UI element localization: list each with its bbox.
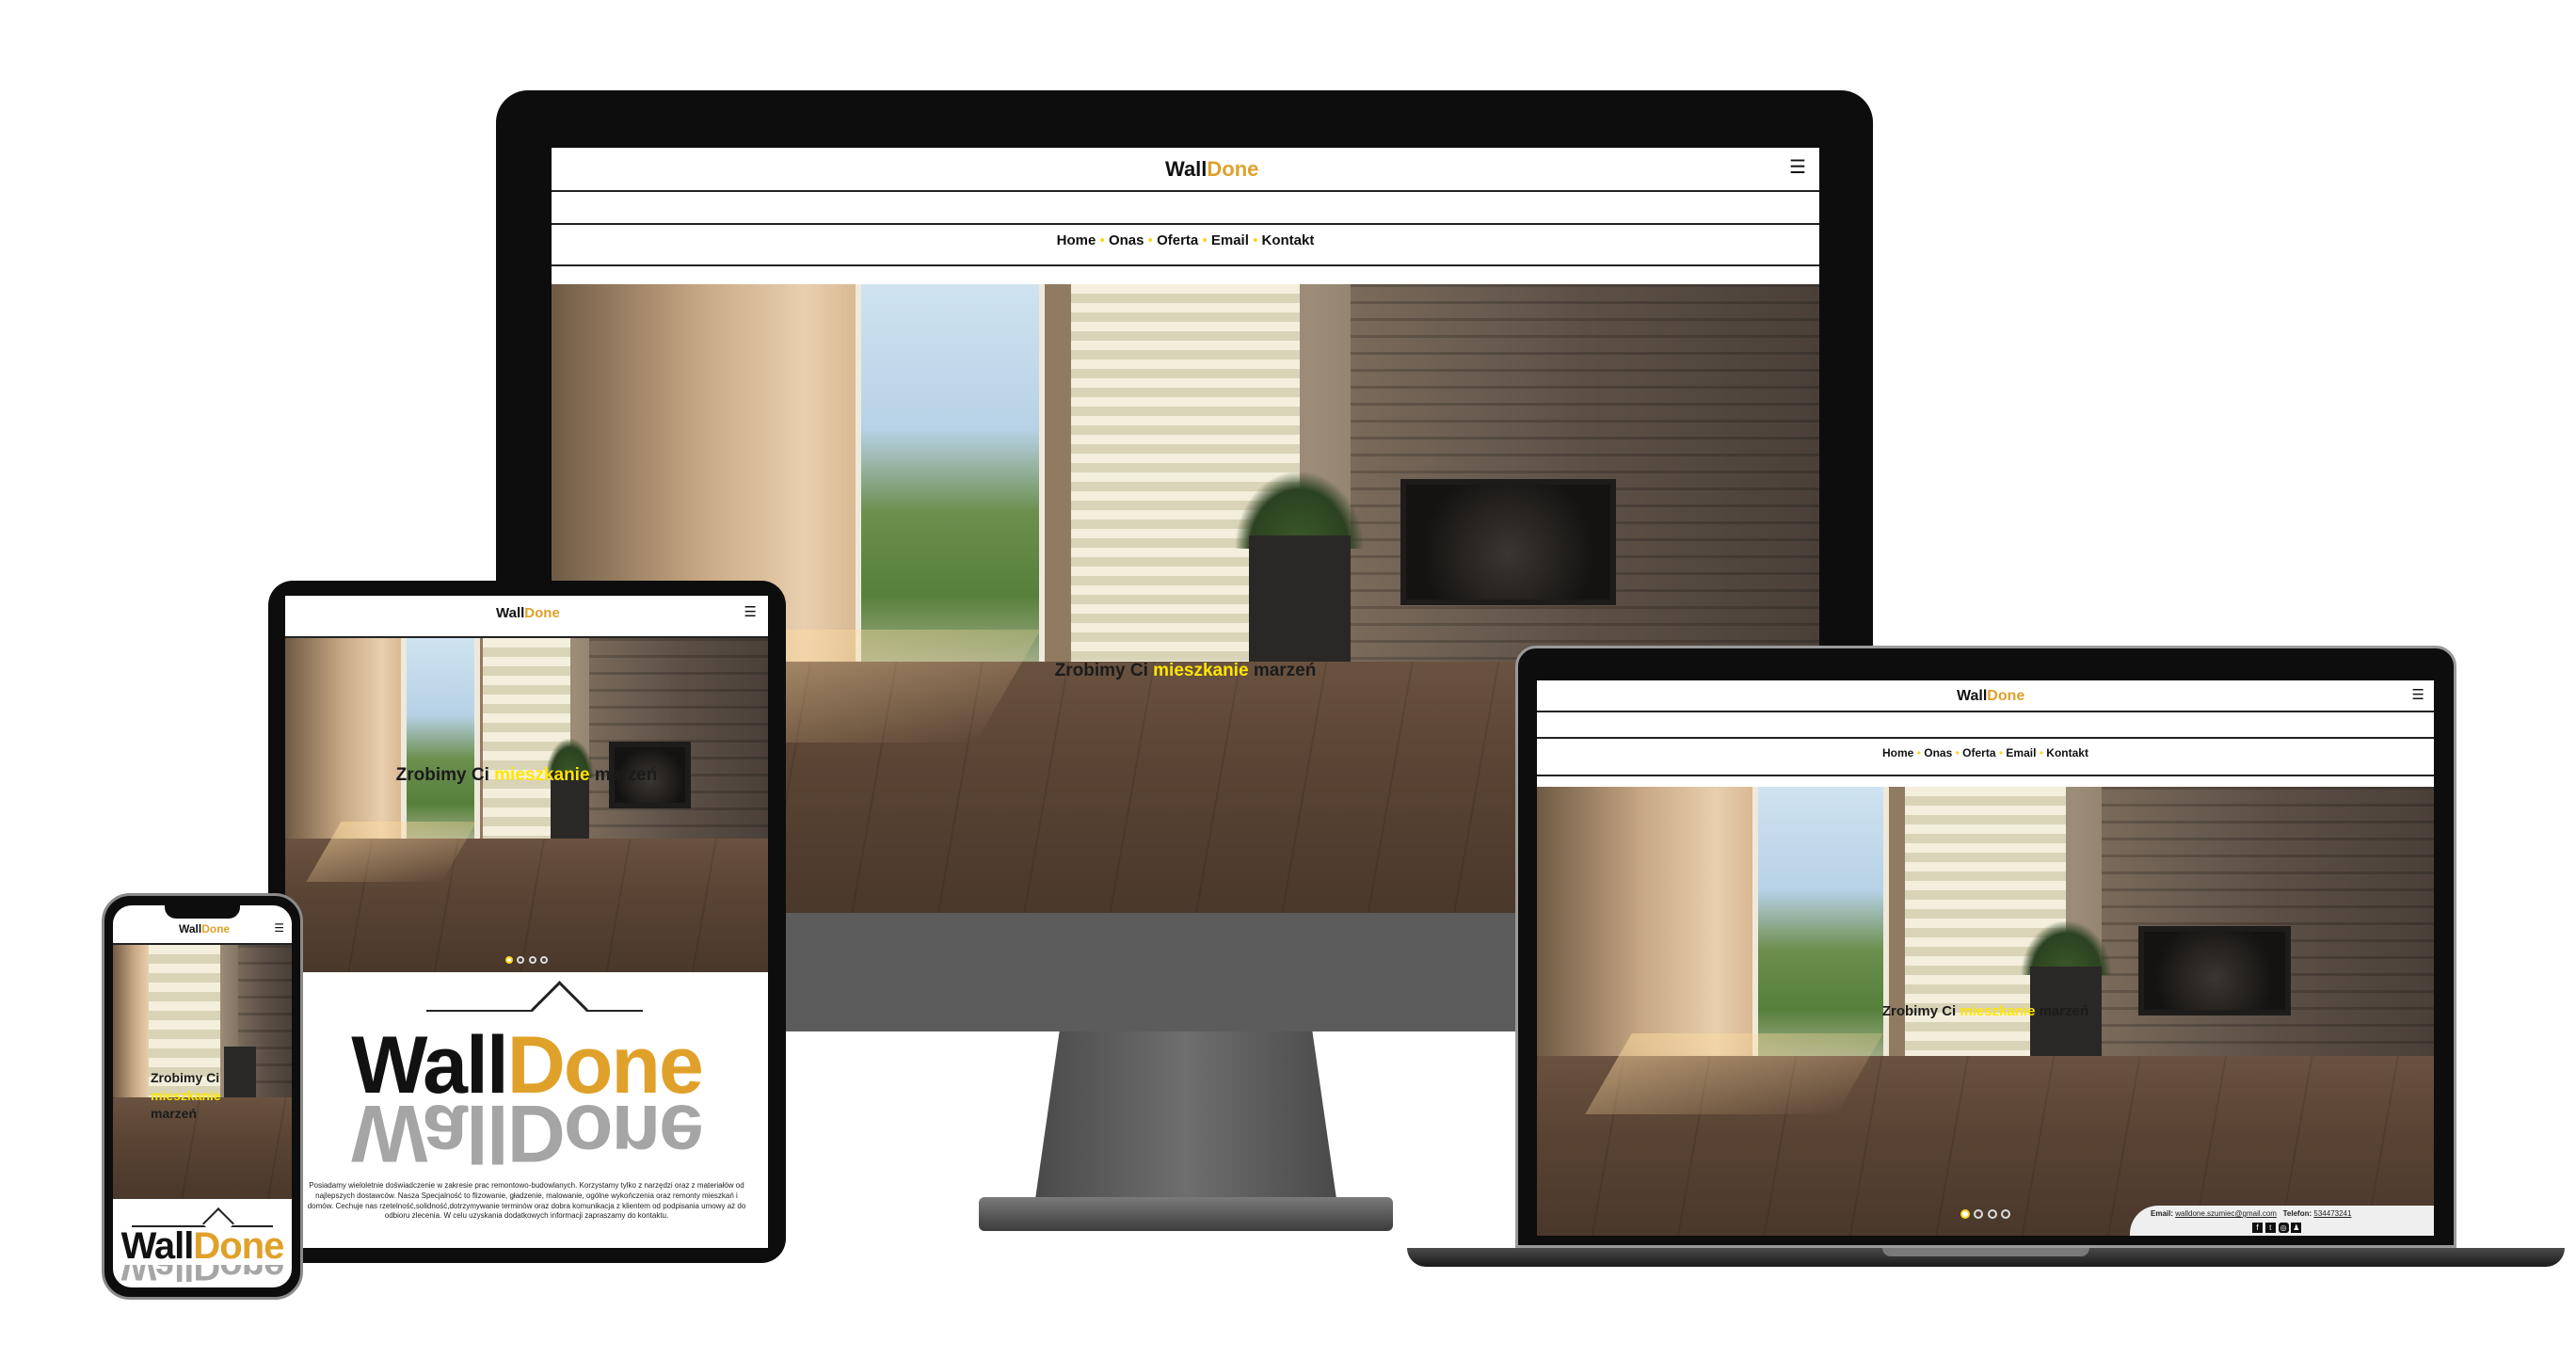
nav-onas[interactable]: Onas: [1109, 232, 1144, 248]
phone-logo[interactable]: WallDone: [179, 922, 230, 935]
nav-home[interactable]: Home: [1057, 232, 1096, 248]
nav-separator: •: [1099, 232, 1105, 248]
laptop-hero-headline: Zrobimy Ci mieszkanie marzeń: [1881, 1003, 2089, 1019]
monitor-stand-base: [979, 1197, 1393, 1231]
nav-separator: •: [1147, 232, 1153, 248]
slider-dot[interactable]: [528, 956, 536, 964]
laptop-header: WallDone ☰ Home • Onas • Oferta • Email …: [1537, 680, 2434, 787]
tablet-hero-headline: Zrobimy Ci mieszkanie marzeń: [395, 765, 658, 785]
phone-menu-icon[interactable]: ☰: [274, 921, 284, 935]
footer-phone-link[interactable]: 534473241: [2313, 1209, 2351, 1218]
nav-onas[interactable]: Onas: [1924, 746, 1952, 759]
desktop-menu-icon[interactable]: ☰: [1789, 155, 1806, 179]
phone-hero-image: Zrobimy Ci mieszkanie marzeń: [113, 945, 292, 1199]
logo-done: Done: [1207, 157, 1259, 181]
laptop-header-line-3: [1537, 775, 2434, 776]
nav-oferta[interactable]: Oferta: [1962, 746, 1995, 759]
footer-email-link[interactable]: walldone.szumiec@gmail.com: [2175, 1209, 2277, 1218]
phone-screen: WallDone ☰ Zrobimy Ci mieszkanie marzeń …: [113, 905, 292, 1287]
desktop-header: WallDone ☰ Home • Onas • Oferta • Email …: [552, 148, 1819, 284]
tablet-slider-dots: [285, 951, 768, 968]
logo-wall: Wall: [1165, 157, 1208, 181]
tablet-about-text: Posiadamy wieloletnie doświadczenie w za…: [307, 1181, 746, 1221]
laptop-logo[interactable]: WallDone: [1957, 688, 2024, 705]
phone-header: WallDone ☰: [113, 919, 292, 945]
instagram-icon[interactable]: ◎: [2278, 1223, 2289, 1233]
nav-email[interactable]: Email: [2006, 746, 2036, 759]
nav-kontakt[interactable]: Kontakt: [1262, 232, 1315, 248]
nav-kontakt[interactable]: Kontakt: [2046, 746, 2088, 759]
twitter-icon[interactable]: t: [2264, 1223, 2276, 1233]
nav-separator: •: [1253, 232, 1258, 248]
tablet-screen: WallDone ☰ Zrobimy Ci mieszkanie marzeń: [285, 596, 768, 1248]
slider-dot[interactable]: [1987, 1209, 1997, 1219]
nav-separator: •: [1202, 232, 1208, 248]
slider-dot[interactable]: [540, 956, 549, 964]
slider-dot[interactable]: [1974, 1209, 1984, 1219]
desktop-logo[interactable]: WallDone: [1165, 157, 1258, 182]
phone-notch: [165, 905, 240, 919]
tablet-menu-icon[interactable]: ☰: [744, 603, 757, 620]
footer-social-icons: f t ◎ ♟: [2252, 1223, 2302, 1233]
slider-dot[interactable]: [2001, 1209, 2011, 1219]
desktop-header-line-1: [552, 190, 1819, 192]
laptop-nav: Home • Onas • Oferta • Email • Kontakt: [1882, 746, 2088, 759]
desktop-header-line-3: [552, 264, 1819, 266]
laptop-header-line-2: [1537, 737, 2434, 739]
laptop-menu-icon[interactable]: ☰: [2412, 686, 2424, 703]
nav-email[interactable]: Email: [1211, 232, 1249, 248]
phone-big-logo: WallDone: [120, 1225, 285, 1267]
laptop-screen: WallDone ☰ Home • Onas • Oferta • Email …: [1537, 680, 2434, 1236]
phone-hero-headline: Zrobimy Ci mieszkanie marzeń: [151, 1070, 221, 1121]
tablet-hero-image: Zrobimy Ci mieszkanie marzeń: [285, 638, 768, 972]
slider-dot[interactable]: [504, 956, 513, 964]
slider-dot[interactable]: [1960, 1209, 1970, 1219]
tablet-logo[interactable]: WallDone: [496, 605, 560, 621]
nav-oferta[interactable]: Oferta: [1157, 232, 1198, 248]
phone-big-logo-reflection: WallDone: [120, 1265, 284, 1287]
laptop-hero-image: Zrobimy Ci mieszkanie marzeń Email: wall…: [1537, 787, 2434, 1236]
laptop-footer-contact: Email: walldone.szumiec@gmail.com Telefo…: [2130, 1206, 2434, 1236]
snapchat-icon[interactable]: ♟: [2291, 1223, 2302, 1233]
tablet-big-logo: WallDone: [351, 1020, 704, 1111]
nav-home[interactable]: Home: [1882, 746, 1913, 759]
tablet-big-logo-reflection: WallDone: [351, 1104, 702, 1178]
laptop-header-line-1: [1537, 711, 2434, 712]
slider-dot[interactable]: [517, 956, 525, 964]
laptop-notch: [1882, 1248, 2089, 1256]
tablet-header: WallDone ☰: [285, 596, 768, 638]
monitor-stand-neck: [1035, 1031, 1336, 1199]
desktop-nav: Home • Onas • Oferta • Email • Kontakt: [552, 232, 1819, 248]
desktop-header-line-2: [552, 223, 1819, 225]
facebook-icon[interactable]: f: [2252, 1223, 2263, 1233]
